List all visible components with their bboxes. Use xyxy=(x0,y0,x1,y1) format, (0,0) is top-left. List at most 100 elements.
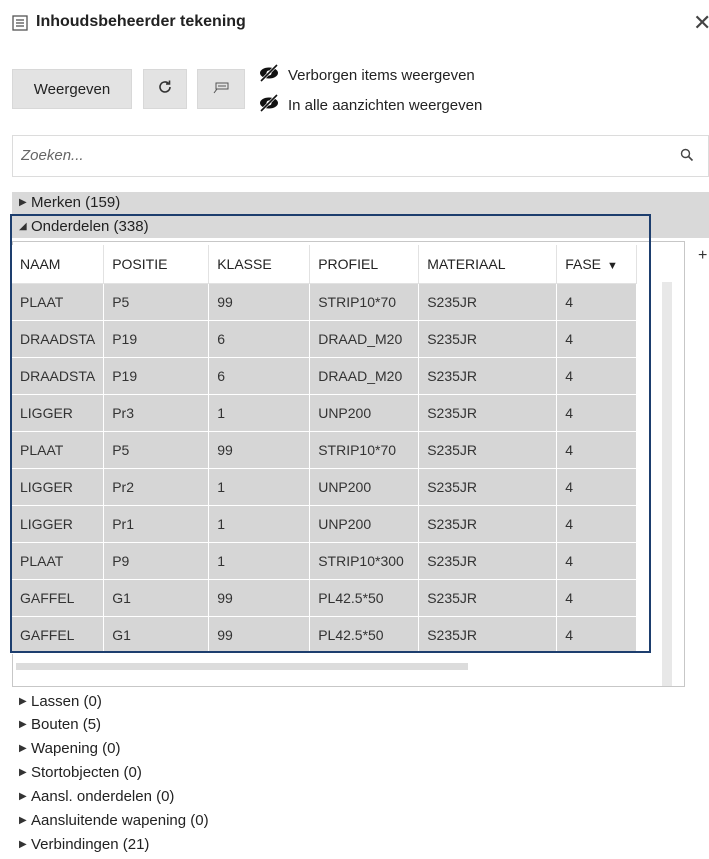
tree-item-label: Lassen (0) xyxy=(31,693,102,710)
table-cell: PL42.5*50 xyxy=(309,579,420,617)
tree-item-aansl-onderdelen[interactable]: ▶ Aansl. onderdelen (0) xyxy=(19,788,174,805)
search-box xyxy=(12,135,709,177)
table-cell: G1 xyxy=(103,579,210,617)
table-cell: STRIP10*70 xyxy=(309,283,420,321)
table-cell: S235JR xyxy=(418,542,558,580)
table-row[interactable]: PLAAT P5 99 STRIP10*70 S235JR 4 xyxy=(12,431,638,469)
tree-item-stortobjecten[interactable]: ▶ Stortobjecten (0) xyxy=(19,764,142,781)
column-header-materiaal[interactable]: MATERIAAL xyxy=(418,245,558,284)
expand-icon: ▶ xyxy=(19,767,27,778)
table-row[interactable]: LIGGER Pr1 1 UNP200 S235JR 4 xyxy=(12,505,638,543)
column-header-profiel[interactable]: PROFIEL xyxy=(309,245,420,284)
tree-item-merken[interactable]: ▶ Merken (159) xyxy=(19,194,120,211)
table-cell: PLAAT xyxy=(12,431,105,469)
sort-desc-icon: ▼ xyxy=(607,259,618,272)
table-cell: 4 xyxy=(556,542,638,580)
table-cell: STRIP10*300 xyxy=(309,542,420,580)
table-cell: S235JR xyxy=(418,320,558,358)
collapse-icon: ◢ xyxy=(19,221,27,232)
table-cell: 99 xyxy=(208,579,311,617)
table-cell: 4 xyxy=(556,431,638,469)
show-button-label: Weergeven xyxy=(33,80,111,98)
refresh-icon xyxy=(157,79,173,99)
tree-item-label: Verbindingen (21) xyxy=(31,836,150,853)
column-header-label: FASE xyxy=(565,255,601,272)
tree-item-label: Merken (159) xyxy=(31,194,121,211)
table-cell: 1 xyxy=(208,394,311,432)
column-header-fase[interactable]: FASE ▼ xyxy=(556,245,638,284)
table-cell: UNP200 xyxy=(309,394,420,432)
all-views-label: In alle aanzichten weergeven xyxy=(288,96,483,114)
window-title: Inhoudsbeheerder tekening xyxy=(36,13,246,30)
hidden-items-option[interactable]: Verborgen items weergeven xyxy=(258,63,475,86)
table-cell: 6 xyxy=(208,357,311,395)
horizontal-scrollbar[interactable] xyxy=(16,663,468,670)
table-row[interactable]: LIGGER Pr3 1 UNP200 S235JR 4 xyxy=(12,394,638,432)
table-cell: 4 xyxy=(556,468,638,506)
tag-button[interactable] xyxy=(197,69,245,109)
add-column-icon[interactable]: + xyxy=(698,247,707,265)
expand-icon: ▶ xyxy=(19,743,27,754)
table-cell: UNP200 xyxy=(309,505,420,543)
table-cell: 1 xyxy=(208,542,311,580)
column-header-naam[interactable]: NAAM xyxy=(12,245,105,284)
table-row[interactable]: GAFFEL G1 99 PL42.5*50 S235JR 4 xyxy=(12,579,638,617)
vertical-scrollbar[interactable] xyxy=(662,282,672,686)
table-cell: Pr1 xyxy=(103,505,210,543)
table-cell: 4 xyxy=(556,505,638,543)
tree-item-label: Stortobjecten (0) xyxy=(31,764,142,781)
tree-item-bouten[interactable]: ▶ Bouten (5) xyxy=(19,716,101,733)
table-cell: S235JR xyxy=(418,505,558,543)
table-row[interactable]: PLAAT P9 1 STRIP10*300 S235JR 4 xyxy=(12,542,638,580)
table-row[interactable]: GAFFEL G1 99 PL42.5*50 S235JR 4 xyxy=(12,616,638,654)
tree-item-lassen[interactable]: ▶ Lassen (0) xyxy=(19,693,102,710)
table-cell: GAFFEL xyxy=(12,616,105,654)
tree-item-label: Wapening (0) xyxy=(31,740,121,757)
tree-item-wapening[interactable]: ▶ Wapening (0) xyxy=(19,740,121,757)
table-cell: P5 xyxy=(103,283,210,321)
table-cell: S235JR xyxy=(418,283,558,321)
table-cell: PLAAT xyxy=(12,542,105,580)
table-cell: S235JR xyxy=(418,357,558,395)
expand-icon: ▶ xyxy=(19,815,27,826)
eye-slash-icon xyxy=(258,93,288,116)
expand-icon: ▶ xyxy=(19,839,27,850)
tree-item-label: Bouten (5) xyxy=(31,716,102,733)
table-cell: 6 xyxy=(208,320,311,358)
tree-item-label: Aansluitende wapening (0) xyxy=(31,812,209,829)
table-cell: S235JR xyxy=(418,579,558,617)
table-header-row: NAAM POSITIE KLASSE PROFIEL MATERIAAL FA… xyxy=(12,245,638,284)
table-row[interactable]: LIGGER Pr2 1 UNP200 S235JR 4 xyxy=(12,468,638,506)
tree-item-aansluitende-wapening[interactable]: ▶ Aansluitende wapening (0) xyxy=(19,812,209,829)
table-cell: PLAAT xyxy=(12,283,105,321)
table-cell: Pr3 xyxy=(103,394,210,432)
table-cell: 4 xyxy=(556,616,638,654)
table-row[interactable]: DRAADSTA P19 6 DRAAD_M20 S235JR 4 xyxy=(12,357,638,395)
table-cell: S235JR xyxy=(418,394,558,432)
show-button[interactable]: Weergeven xyxy=(12,69,132,109)
table-cell: DRAAD_M20 xyxy=(309,320,420,358)
all-views-option[interactable]: In alle aanzichten weergeven xyxy=(258,93,483,116)
table-cell: 4 xyxy=(556,579,638,617)
table-cell: 4 xyxy=(556,357,638,395)
title-bar: Inhoudsbeheerder tekening ✕ xyxy=(0,0,709,48)
close-icon[interactable]: ✕ xyxy=(693,10,709,36)
table-cell: 4 xyxy=(556,283,638,321)
table-cell: UNP200 xyxy=(309,468,420,506)
table-cell: P5 xyxy=(103,431,210,469)
table-row[interactable]: DRAADSTA P19 6 DRAAD_M20 S235JR 4 xyxy=(12,320,638,358)
search-input[interactable] xyxy=(13,136,653,174)
tree-item-label: Onderdelen (338) xyxy=(31,218,149,235)
search-icon[interactable] xyxy=(680,148,694,166)
parts-table: NAAM POSITIE KLASSE PROFIEL MATERIAAL FA… xyxy=(12,245,638,654)
table-cell: 4 xyxy=(556,320,638,358)
tree-item-onderdelen[interactable]: ◢ Onderdelen (338) xyxy=(19,218,149,235)
table-cell: P19 xyxy=(103,320,210,358)
column-header-klasse[interactable]: KLASSE xyxy=(208,245,311,284)
table-cell: P19 xyxy=(103,357,210,395)
table-row[interactable]: PLAAT P5 99 STRIP10*70 S235JR 4 xyxy=(12,283,638,321)
refresh-button[interactable] xyxy=(143,69,187,109)
column-header-positie[interactable]: POSITIE xyxy=(103,245,210,284)
expand-icon: ▶ xyxy=(19,791,27,802)
tree-item-verbindingen[interactable]: ▶ Verbindingen (21) xyxy=(19,836,149,853)
